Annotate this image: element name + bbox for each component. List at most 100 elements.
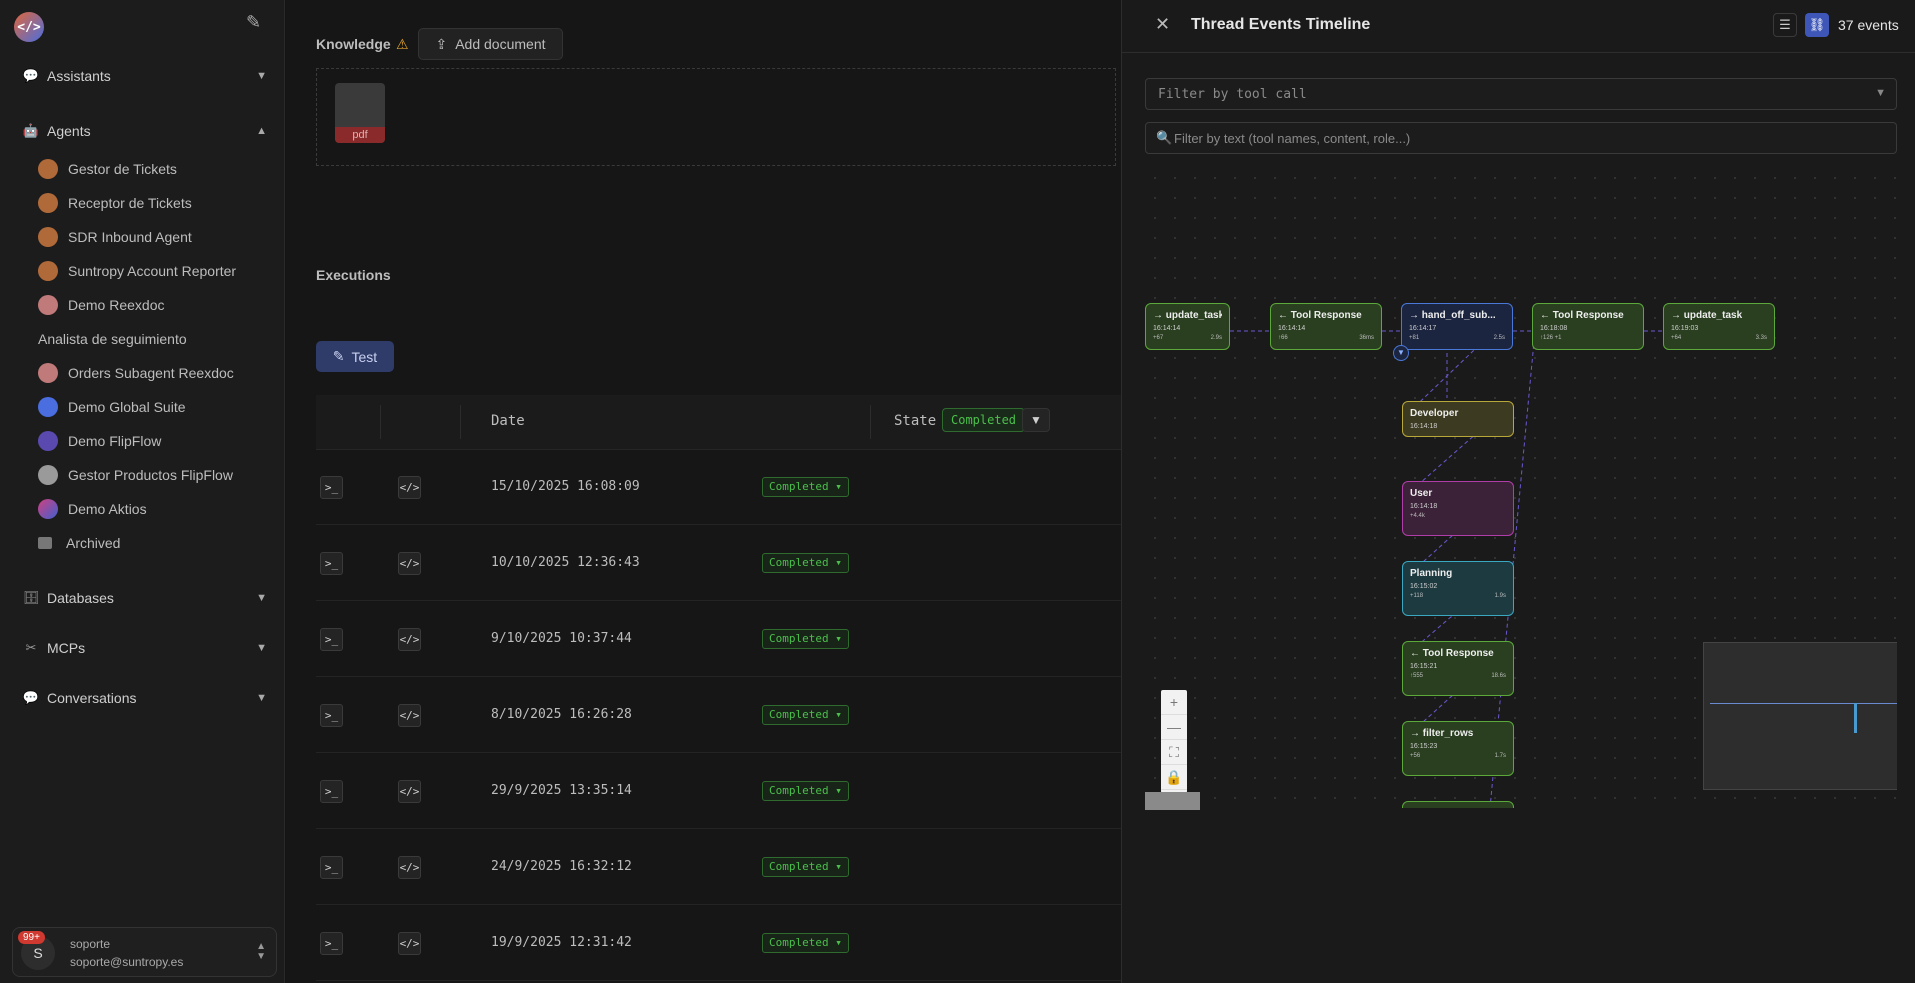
status-badge[interactable]: Completed ▾ [762,629,849,649]
fit-view-icon[interactable]: ⛶ [1161,740,1187,765]
timeline-node[interactable]: → update_task 16:14:14 +67 2.9s [1145,303,1230,350]
status-badge[interactable]: Completed ▾ [762,857,849,877]
column-header-state[interactable]: State [894,413,936,429]
upload-icon: ⇪ [435,35,448,52]
sidebar-item-agent[interactable]: Demo Reexdoc [38,293,268,317]
timeline-node[interactable]: → filter_rows 16:15:23 +56 1.7s [1402,721,1514,776]
node-duration: 2.5s [1493,335,1505,341]
timeline-node[interactable]: ← Tool Response 16:15:21 ↑555 18.6s [1402,641,1514,696]
zoom-out-icon[interactable]: — [1161,715,1187,740]
filter-icon[interactable]: ▼ [1022,408,1050,432]
tool-call-filter[interactable]: Filter by tool call ▼ [1145,78,1897,110]
user-menu[interactable]: S 99+ soporte soporte@suntropy.es ▲ ▼ [12,927,277,977]
row-date: 24/9/2025 16:32:12 [491,859,632,874]
sidebar-item-agent[interactable]: Receptor de Tickets [38,191,268,215]
sidebar-item-agent[interactable]: Analista de seguimiento [38,327,268,351]
timeline-node[interactable]: User 16:14:18 +4.4k [1402,481,1514,536]
sidebar-item-agent[interactable]: Demo Global Suite [38,395,268,419]
node-time: 16:19:03 [1671,325,1699,332]
sidebar-item-agent[interactable]: SDR Inbound Agent [38,225,268,249]
table-row[interactable]: >_ </> 29/9/2025 13:35:14 Completed ▾ [316,754,1121,829]
sidebar-section-assistants[interactable]: 💬 Assistants ▼ [22,64,267,88]
timeline-node[interactable]: Planning 16:15:02 +118 1.9s [1402,561,1514,616]
status-badge[interactable]: Completed ▾ [762,553,849,573]
sidebar-section-databases[interactable]: 🗄 Databases ▼ [22,586,267,610]
node-meta: +81 2.5s [1409,335,1505,343]
code-icon[interactable]: </> [398,932,421,955]
terminal-icon[interactable]: >_ [320,628,343,651]
status-badge[interactable]: Completed ▾ [762,705,849,725]
terminal-icon[interactable]: >_ [320,704,343,727]
text-filter-input[interactable] [1174,126,1884,150]
code-icon[interactable]: </> [398,476,421,499]
terminal-icon[interactable]: >_ [320,932,343,955]
timeline-node-partial[interactable] [1402,801,1514,808]
timeline-node[interactable]: ← Tool Response 16:14:14 ↑66 36ms [1270,303,1382,350]
sidebar-section-agents[interactable]: 🤖 Agents ▲ [22,119,267,143]
knowledge-label: Knowledge [316,36,391,52]
document-drop-zone[interactable]: pdf [316,68,1116,166]
pdf-label: pdf [335,127,385,143]
code-icon[interactable]: </> [398,628,421,651]
test-button[interactable]: ✎ Test [316,341,394,372]
sidebar-section-mcps[interactable]: ✂ MCPs ▼ [22,636,267,660]
row-date: 10/10/2025 12:36:43 [491,555,640,570]
list-view-icon[interactable]: ☰ [1773,13,1797,37]
text-filter[interactable]: 🔍 [1145,122,1897,154]
expand-chevron-icon[interactable]: ▼ [1393,345,1409,361]
sidebar-item-label: SDR Inbound Agent [68,229,192,245]
sidebar-item-agent[interactable]: Gestor de Tickets [38,157,268,181]
code-icon[interactable]: </> [398,780,421,803]
table-row[interactable]: >_ </> 24/9/2025 16:32:12 Completed ▾ [316,830,1121,905]
timeline-node[interactable]: → hand_off_sub... 16:14:17 +81 2.5s [1401,303,1513,350]
close-icon[interactable]: ✕ [1155,14,1170,35]
timeline-node[interactable]: → update_task 16:19:03 +64 3.3s [1663,303,1775,350]
new-edit-icon[interactable]: ✎ [246,12,268,34]
column-header-date[interactable]: Date [491,413,525,429]
sidebar-item-agent[interactable]: Suntropy Account Reporter [38,259,268,283]
terminal-icon[interactable]: >_ [320,476,343,499]
sidebar-item-label: Suntropy Account Reporter [68,263,237,279]
timeline-canvas[interactable]: → update_task 16:14:14 +67 2.9s ← Tool Re… [1145,168,1897,808]
panel-title: Thread Events Timeline [1191,16,1371,33]
timeline-node[interactable]: ← Tool Response 16:18:08 ↑126 +1 [1532,303,1644,350]
table-row[interactable]: >_ </> 10/10/2025 12:36:43 Completed ▾ [316,526,1121,601]
minimap[interactable] [1703,642,1897,790]
sidebar-item-agent[interactable]: Demo FlipFlow [38,429,268,453]
sidebar-item-archived[interactable]: Archived [38,531,268,555]
zoom-in-icon[interactable]: + [1161,690,1187,715]
terminal-icon[interactable]: >_ [320,780,343,803]
chevron-down-icon: ▼ [256,642,267,654]
avatar [38,397,58,417]
chat-bubbles-icon: 💬 [22,68,40,83]
add-document-button[interactable]: ⇪ Add document [418,28,563,60]
app-logo[interactable]: </> [14,12,44,42]
minimap-column [1854,703,1857,733]
sidebar-item-agent[interactable]: Gestor Productos FlipFlow [38,463,268,487]
sidebar-item-label: Gestor de Tickets [68,161,177,177]
column-divider [380,405,381,439]
table-row[interactable]: >_ </> 19/9/2025 12:31:42 Completed ▾ [316,906,1121,981]
sidebar-item-agent[interactable]: Demo Aktios [38,497,268,521]
avatar [38,431,58,451]
code-icon[interactable]: </> [398,704,421,727]
table-row[interactable]: >_ </> 9/10/2025 10:37:44 Completed ▾ [316,602,1121,677]
code-icon[interactable]: </> [398,856,421,879]
pdf-file-icon[interactable]: pdf [335,83,385,143]
table-row[interactable]: >_ </> 8/10/2025 16:26:28 Completed ▾ [316,678,1121,753]
state-filter-chip[interactable]: Completed [942,408,1026,432]
lock-icon[interactable]: 🔒 [1161,765,1187,790]
node-time: 16:15:23 [1410,743,1438,750]
graph-view-icon[interactable]: ⛓ [1805,13,1829,37]
status-label: Completed [769,632,829,645]
status-badge[interactable]: Completed ▾ [762,477,849,497]
table-row[interactable]: >_ </> 15/10/2025 16:08:09 Completed ▾ [316,450,1121,525]
sidebar-section-conversations[interactable]: 💬 Conversations ▼ [22,686,267,710]
status-badge[interactable]: Completed ▾ [762,781,849,801]
sidebar-item-agent[interactable]: Orders Subagent Reexdoc [38,361,268,385]
timeline-node[interactable]: Developer 16:14:18 [1402,401,1514,437]
code-icon[interactable]: </> [398,552,421,575]
status-badge[interactable]: Completed ▾ [762,933,849,953]
terminal-icon[interactable]: >_ [320,552,343,575]
terminal-icon[interactable]: >_ [320,856,343,879]
